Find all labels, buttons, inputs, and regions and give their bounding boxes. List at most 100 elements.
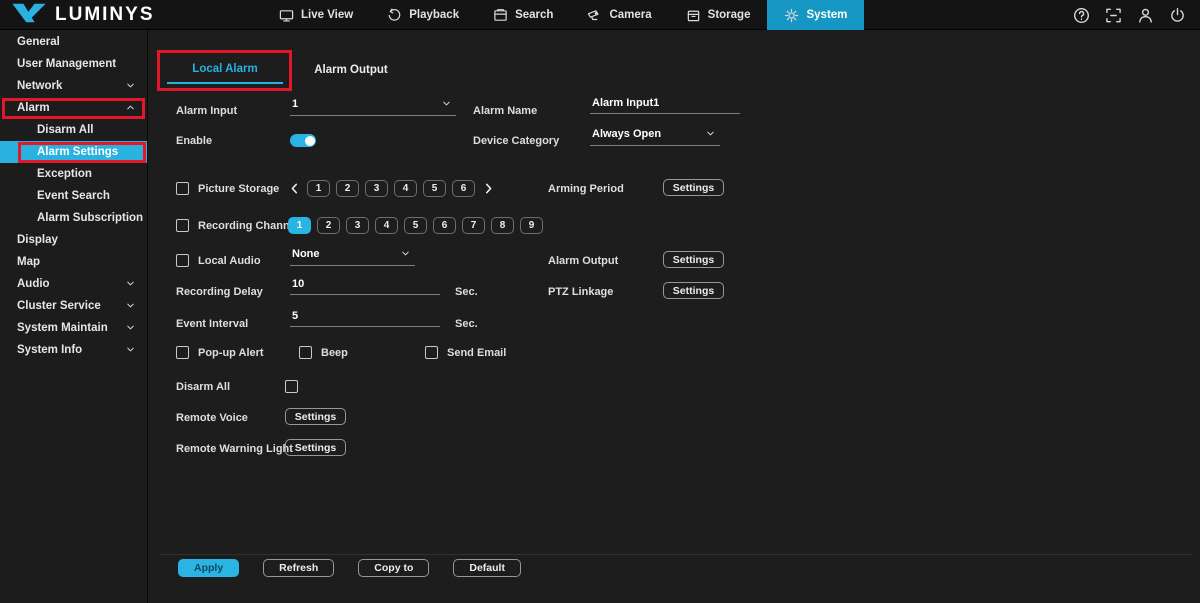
nav-camera[interactable]: Camera <box>570 0 668 30</box>
picture-storage-pager: 123456 <box>287 180 495 197</box>
channel-button-6[interactable]: 6 <box>433 217 456 234</box>
sidebar-item-user-management[interactable]: User Management <box>0 53 147 75</box>
sidebar-item-label: General <box>17 36 60 48</box>
nav-label: System <box>806 9 847 21</box>
channel-button-4[interactable]: 4 <box>375 217 398 234</box>
alarm-output-label: Alarm Output <box>548 255 618 267</box>
scan-icon[interactable] <box>1105 7 1122 24</box>
channel-button-3[interactable]: 3 <box>346 217 369 234</box>
sidebar-item-event-search[interactable]: Event Search <box>0 185 147 207</box>
sidebar-item-label: Display <box>17 234 58 246</box>
local-audio-select[interactable]: None <box>290 248 415 266</box>
device-category-select[interactable]: Always Open <box>590 128 720 146</box>
power-icon[interactable] <box>1169 7 1186 24</box>
nav-label: Playback <box>409 9 459 21</box>
recording-delay-label: Recording Delay <box>176 286 263 298</box>
recording-channel-checkbox[interactable] <box>176 219 189 232</box>
beep-label: Beep <box>321 347 348 359</box>
recording-delay-input[interactable] <box>290 277 440 295</box>
sidebar-item-general[interactable]: General <box>0 31 147 53</box>
channel-button-2[interactable]: 2 <box>317 217 340 234</box>
copy-to-button[interactable]: Copy to <box>358 559 429 577</box>
chevron-up-icon <box>125 102 136 116</box>
tab-label: Local Alarm <box>192 63 257 75</box>
disarm-all-label: Disarm All <box>176 381 230 393</box>
local-audio-label: Local Audio <box>198 255 261 267</box>
page-button-1[interactable]: 1 <box>307 180 330 197</box>
sidebar-item-display[interactable]: Display <box>0 229 147 251</box>
sidebar-item-alarm-subscription[interactable]: Alarm Subscription <box>0 207 147 229</box>
nav-label: Live View <box>301 9 353 21</box>
remote-warning-light-settings-button[interactable]: Settings <box>285 439 346 456</box>
sidebar-item-map[interactable]: Map <box>0 251 147 273</box>
nav-playback[interactable]: Playback <box>370 0 476 30</box>
page-prev-icon[interactable] <box>287 180 301 197</box>
alarm-input-value: 1 <box>292 98 298 110</box>
sidebar-item-network[interactable]: Network <box>0 75 147 97</box>
channel-button-7[interactable]: 7 <box>462 217 485 234</box>
user-icon[interactable] <box>1137 7 1154 24</box>
chevron-down-icon <box>125 300 136 314</box>
page-button-5[interactable]: 5 <box>423 180 446 197</box>
enable-label: Enable <box>176 135 212 147</box>
sidebar-item-label: Network <box>17 80 62 92</box>
disarm-all-checkbox[interactable] <box>285 380 298 393</box>
alarm-name-label: Alarm Name <box>473 105 537 117</box>
app-window: LUMINYS Live View Playback SearchCamera Sto… <box>0 0 1200 603</box>
sidebar-item-label: Alarm <box>17 102 50 114</box>
channel-button-8[interactable]: 8 <box>491 217 514 234</box>
sidebar-item-alarm-settings[interactable]: Alarm Settings <box>0 141 147 163</box>
nav-live-view[interactable]: Live View <box>262 0 370 30</box>
ptz-linkage-label: PTZ Linkage <box>548 286 613 298</box>
help-icon[interactable] <box>1073 7 1090 24</box>
alarm-output-settings-button[interactable]: Settings <box>663 251 724 268</box>
local-audio-checkbox[interactable] <box>176 254 189 267</box>
channel-button-5[interactable]: 5 <box>404 217 427 234</box>
tab-local-alarm[interactable]: Local Alarm <box>167 56 283 84</box>
pop-up-alert-checkbox[interactable] <box>176 346 189 359</box>
sidebar-item-cluster-service[interactable]: Cluster Service <box>0 295 147 317</box>
sidebar-item-system-maintain[interactable]: System Maintain <box>0 317 147 339</box>
page-next-icon[interactable] <box>481 180 495 197</box>
alarm-name-input[interactable] <box>590 96 740 114</box>
channel-buttons: 123456789 <box>288 217 543 234</box>
sidebar-item-label: Exception <box>37 168 92 180</box>
alarm-input-select[interactable]: 1 <box>290 98 456 116</box>
nav-search[interactable]: Search <box>476 0 570 30</box>
beep-checkbox[interactable] <box>299 346 312 359</box>
sidebar-item-label: System Info <box>17 344 82 356</box>
top-bar: LUMINYS Live View Playback SearchCamera Sto… <box>0 0 1200 30</box>
sidebar-item-disarm-all[interactable]: Disarm All <box>0 119 147 141</box>
tab-alarm-output[interactable]: Alarm Output <box>312 56 390 84</box>
send-email-checkbox[interactable] <box>425 346 438 359</box>
nav-system[interactable]: System <box>767 0 864 30</box>
page-buttons: 123456 <box>307 180 475 197</box>
sidebar-item-exception[interactable]: Exception <box>0 163 147 185</box>
remote-voice-settings-button[interactable]: Settings <box>285 408 346 425</box>
sidebar-item-alarm[interactable]: Alarm <box>0 97 147 119</box>
refresh-button[interactable]: Refresh <box>263 559 334 577</box>
apply-button[interactable]: Apply <box>178 559 239 577</box>
nav-storage[interactable]: Storage <box>669 0 768 30</box>
arming-period-settings-button[interactable]: Settings <box>663 179 724 196</box>
picture-storage-checkbox[interactable] <box>176 182 189 195</box>
nav-label: Storage <box>708 9 751 21</box>
ptz-linkage-settings-button[interactable]: Settings <box>663 282 724 299</box>
chevron-down-icon <box>125 80 136 94</box>
sidebar-item-system-info[interactable]: System Info <box>0 339 147 361</box>
default-button[interactable]: Default <box>453 559 521 577</box>
sidebar-item-audio[interactable]: Audio <box>0 273 147 295</box>
enable-toggle[interactable] <box>290 134 316 147</box>
channel-button-1[interactable]: 1 <box>288 217 311 234</box>
sidebar-item-label: User Management <box>17 58 116 70</box>
page-button-3[interactable]: 3 <box>365 180 388 197</box>
brand-name: LUMINYS <box>55 4 155 26</box>
page-button-2[interactable]: 2 <box>336 180 359 197</box>
page-button-4[interactable]: 4 <box>394 180 417 197</box>
send-email-label: Send Email <box>447 347 506 359</box>
sidebar-item-label: Cluster Service <box>17 300 101 312</box>
page-button-6[interactable]: 6 <box>452 180 475 197</box>
channel-button-9[interactable]: 9 <box>520 217 543 234</box>
alarm-input-label: Alarm Input <box>176 105 237 117</box>
event-interval-input[interactable] <box>290 309 440 327</box>
